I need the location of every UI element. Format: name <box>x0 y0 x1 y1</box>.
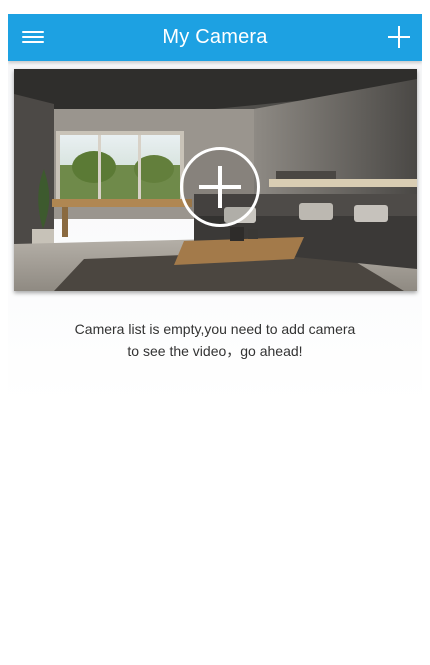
empty-state-message: Camera list is empty,you need to add cam… <box>8 318 422 362</box>
add-camera-plus-icon[interactable] <box>386 24 412 50</box>
app-screen: My Camera Camera list is empty,you need … <box>8 14 422 665</box>
top-app-bar: My Camera <box>8 14 422 61</box>
screen-frame: My Camera Camera list is empty,you need … <box>0 0 430 665</box>
empty-state-line: to see the video，go ahead! <box>127 343 303 359</box>
add-camera-banner[interactable] <box>14 69 417 291</box>
page-title: My Camera <box>162 26 268 48</box>
add-camera-circle-icon[interactable] <box>180 147 260 227</box>
empty-state-line: Camera list is empty,you need to add cam… <box>74 321 356 337</box>
